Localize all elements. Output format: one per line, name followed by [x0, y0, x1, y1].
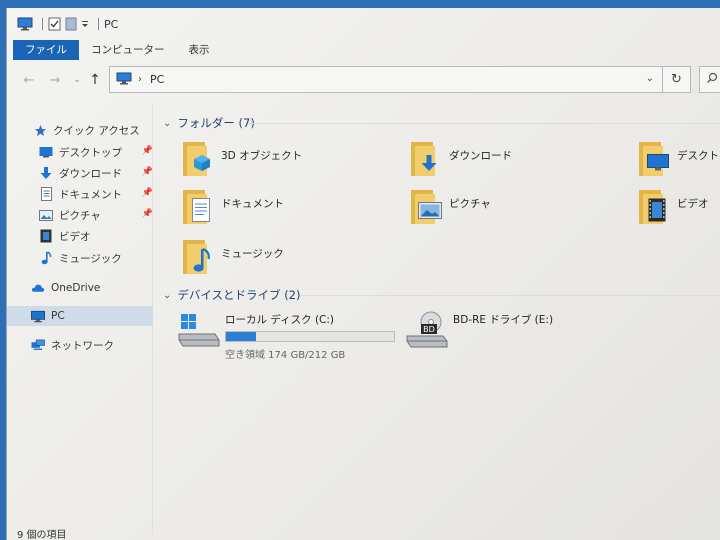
sidebar-item-network[interactable]: ネットワーク — [7, 335, 153, 355]
ribbon-tabs: ファイル コンピューター 表示 — [7, 40, 720, 60]
search-icon — [706, 72, 718, 87]
properties-check-icon[interactable] — [48, 16, 61, 32]
desktop-folder-icon — [637, 140, 673, 180]
recent-chevron-icon[interactable]: ⌄ — [69, 72, 85, 88]
video-icon — [39, 229, 53, 243]
pin-icon[interactable]: 📌 — [142, 209, 153, 219]
sidebar-item-label: ドキュメント — [59, 188, 122, 201]
sidebar-item-label: OneDrive — [51, 282, 101, 294]
status-bar-item-count: 9 個の項目 — [17, 530, 67, 540]
pin-icon[interactable]: 📌 — [142, 146, 153, 156]
drive-name: BD-RE ドライブ (E:) — [453, 314, 554, 326]
new-folder-icon[interactable] — [65, 16, 77, 32]
folder-desktop[interactable]: デスクトップ — [637, 140, 720, 184]
folder-videos[interactable]: ビデオ — [637, 188, 709, 232]
sidebar-item-music[interactable]: ミュージック — [7, 248, 153, 268]
drives-group-header[interactable]: ⌄ デバイスとドライブ (2) — [163, 286, 720, 304]
group-divider — [249, 123, 719, 124]
pc-monitor-icon — [116, 72, 132, 88]
sidebar-item-label: クイック アクセス — [53, 124, 140, 137]
group-divider — [301, 295, 720, 296]
drive-bd-re-e[interactable]: BD BD-RE ドライブ (E:) — [405, 310, 553, 350]
videos-folder-icon — [637, 188, 673, 228]
refresh-icon[interactable]: ↻ — [663, 66, 691, 93]
tab-view[interactable]: 表示 — [177, 40, 222, 60]
explorer-window: PC ファイル コンピューター 表示 ← → ⌄ ↑ › PC ⌄ ↻ クイック… — [6, 8, 720, 540]
breadcrumb-chevron-icon[interactable]: › — [138, 74, 142, 85]
drive-local-disk-c[interactable]: ローカル ディスク (C:) 空き領域 174 GB/212 GB — [177, 310, 395, 361]
customize-dropdown-icon[interactable] — [81, 16, 89, 32]
sidebar-item-label: デスクトップ — [59, 146, 122, 159]
sidebar-item-pictures[interactable]: ピクチャ 📌 — [7, 205, 153, 225]
sidebar-item-downloads[interactable]: ダウンロード 📌 — [7, 163, 153, 183]
window-title: PC — [104, 17, 119, 31]
search-box[interactable] — [699, 66, 720, 93]
bd-drive-icon: BD — [405, 310, 449, 350]
sidebar-item-onedrive[interactable]: OneDrive — [7, 278, 153, 298]
sidebar-item-label: ネットワーク — [51, 339, 114, 352]
folder-pictures[interactable]: ピクチャ — [409, 188, 491, 232]
picture-icon — [39, 208, 53, 222]
music-folder-icon — [181, 238, 217, 278]
star-icon — [33, 123, 47, 137]
pictures-folder-icon — [409, 188, 445, 228]
sidebar-item-videos[interactable]: ビデオ — [7, 226, 153, 246]
folder-music[interactable]: ミュージック — [181, 238, 284, 282]
back-arrow-icon[interactable]: ← — [21, 72, 37, 88]
downloads-folder-icon — [409, 140, 445, 180]
sidebar-item-label: ビデオ — [59, 230, 91, 243]
cloud-icon — [31, 281, 45, 295]
tab-file[interactable]: ファイル — [13, 40, 79, 60]
sidebar-item-label: PC — [51, 310, 65, 322]
drive-name: ローカル ディスク (C:) — [225, 314, 335, 326]
sidebar-item-pc[interactable]: PC — [7, 306, 153, 326]
sidebar-item-label: ダウンロード — [59, 167, 122, 180]
title-bar: PC — [7, 8, 720, 40]
folder-3d-objects[interactable]: 3D オブジェクト — [181, 140, 302, 184]
download-arrow-icon — [39, 166, 53, 180]
sidebar-item-label: ピクチャ — [59, 209, 101, 222]
chevron-down-icon[interactable]: ⌄ — [163, 290, 171, 301]
network-icon — [31, 338, 45, 352]
sidebar-item-quick-access[interactable]: クイック アクセス — [7, 120, 153, 140]
separator — [42, 18, 43, 30]
svg-text:BD: BD — [423, 325, 435, 334]
folder-documents[interactable]: ドキュメント — [181, 188, 284, 232]
separator — [98, 18, 99, 30]
forward-arrow-icon[interactable]: → — [47, 72, 63, 88]
drive-free-space: 空き領域 174 GB/212 GB — [225, 350, 346, 361]
breadcrumb-pc[interactable]: PC — [150, 73, 164, 86]
monitor-icon — [31, 309, 45, 323]
desktop-icon — [39, 145, 53, 159]
pin-icon[interactable]: 📌 — [142, 167, 153, 177]
sidebar-item-desktop[interactable]: デスクトップ 📌 — [7, 142, 153, 162]
folder-downloads[interactable]: ダウンロード — [409, 140, 512, 184]
disk-usage-fill — [226, 332, 257, 341]
disk-usage-bar — [225, 331, 395, 342]
pc-monitor-icon — [17, 16, 33, 32]
address-bar[interactable]: › PC ⌄ — [109, 66, 663, 93]
folders-group-header[interactable]: ⌄ フォルダー (7) — [163, 114, 720, 132]
local-disk-icon — [177, 310, 221, 350]
sidebar-item-documents[interactable]: ドキュメント 📌 — [7, 184, 153, 204]
tab-computer[interactable]: コンピューター — [79, 40, 177, 60]
navigation-pane: クイック アクセス デスクトップ 📌 ダウンロード 📌 ドキュメント 📌 ピクチ… — [7, 104, 153, 534]
documents-folder-icon — [181, 188, 217, 228]
up-arrow-icon[interactable]: ↑ — [87, 72, 103, 88]
content-pane: ⌄ フォルダー (7) 3D オブジェクト ダウンロード デスクトップ — [157, 104, 720, 534]
chevron-down-icon[interactable]: ⌄ — [163, 118, 171, 129]
pin-icon[interactable]: 📌 — [142, 188, 153, 198]
3d-objects-folder-icon — [181, 140, 217, 180]
document-icon — [39, 187, 53, 201]
sidebar-item-label: ミュージック — [59, 252, 122, 265]
address-row: ← → ⌄ ↑ › PC ⌄ ↻ — [7, 66, 720, 94]
music-note-icon — [39, 251, 53, 265]
address-dropdown-icon[interactable]: ⌄ — [646, 73, 654, 84]
